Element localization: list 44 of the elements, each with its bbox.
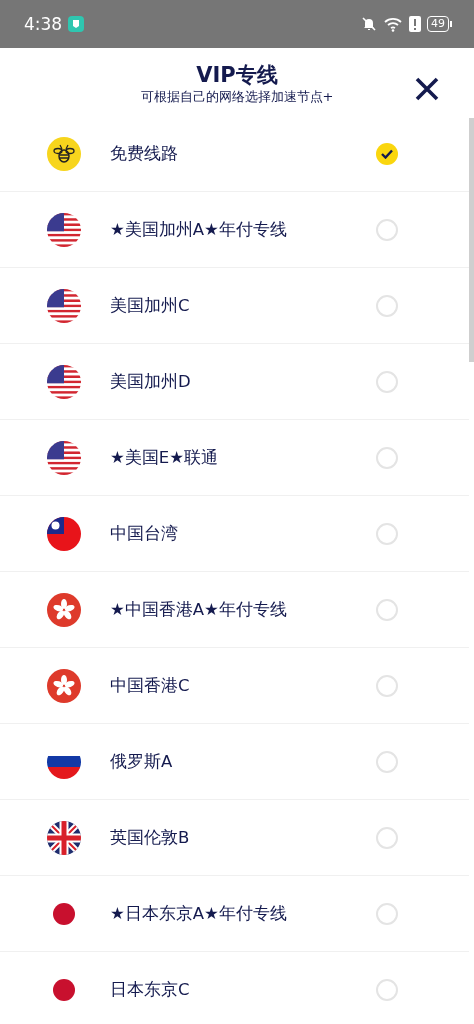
app-notification-icon [68, 16, 85, 32]
bee-icon [47, 136, 81, 171]
server-name: 美国加州C [110, 294, 191, 317]
status-time: 4:38 [24, 14, 63, 34]
server-name: ★美国E★联通 [110, 446, 219, 469]
server-name: 日本东京C [110, 978, 191, 1001]
radio-button[interactable] [376, 598, 398, 621]
server-name: 免费线路 [110, 142, 179, 165]
sheet-subtitle: 可根据自己的网络选择加速节点+ [140, 88, 334, 105]
server-name: ★美国加州A★年付专线 [110, 218, 288, 241]
alert-icon [409, 16, 421, 32]
radio-button[interactable] [376, 750, 398, 773]
flag-icon [47, 820, 81, 855]
radio-button[interactable] [376, 370, 398, 393]
server-name: ★日本东京A★年付专线 [110, 902, 288, 925]
flag-icon [47, 592, 81, 627]
server-name: 中国香港C [110, 674, 191, 697]
radio-button[interactable] [376, 294, 398, 317]
server-name: 英国伦敦B [110, 826, 191, 849]
server-name: 俄罗斯A [110, 750, 174, 773]
flag-icon [47, 288, 81, 323]
radio-button[interactable] [376, 218, 398, 241]
server-name: 中国台湾 [110, 522, 179, 545]
flag-icon [47, 516, 81, 551]
radio-button[interactable] [376, 826, 398, 849]
radio-button[interactable] [376, 522, 398, 545]
radio-button[interactable] [376, 674, 398, 697]
radio-button[interactable] [376, 446, 398, 469]
radio-button[interactable] [376, 902, 398, 925]
flag-icon [47, 440, 81, 475]
server-name: 美国加州D [110, 370, 192, 393]
radio-button[interactable] [376, 978, 398, 1001]
battery-icon: 49 [427, 16, 452, 32]
server-name: ★中国香港A★年付专线 [110, 598, 288, 621]
close-button[interactable] [414, 76, 440, 102]
flag-icon [47, 668, 81, 703]
checked-radio[interactable] [376, 142, 398, 165]
flag-icon [47, 212, 81, 247]
check-icon [381, 148, 393, 159]
wifi-icon [383, 16, 403, 32]
sheet-title: VIP专线 [196, 62, 278, 88]
flag-icon [47, 364, 81, 399]
muted-bell-icon [361, 16, 377, 32]
scrollbar[interactable] [469, 118, 474, 362]
